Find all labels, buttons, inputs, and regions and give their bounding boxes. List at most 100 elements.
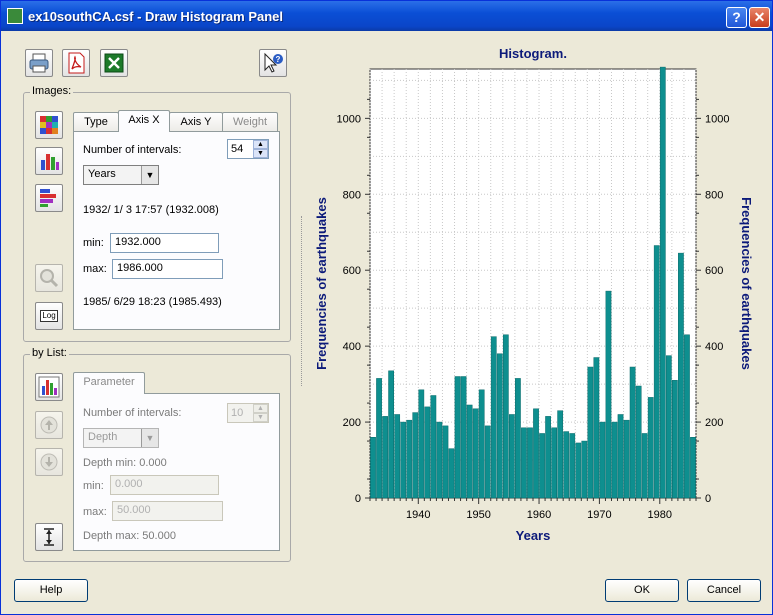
cancel-button[interactable]: Cancel xyxy=(687,579,761,602)
histogram-bar xyxy=(617,414,624,499)
histogram-bar xyxy=(545,416,551,499)
parameter-select-value: Depth xyxy=(88,431,118,443)
histogram-bar xyxy=(388,370,394,499)
histogram-bar xyxy=(509,414,515,499)
intervals-label: Number of intervals: xyxy=(83,144,182,156)
histogram-panel-window: ex10southCA.csf - Draw Histogram Panel ?… xyxy=(0,0,773,615)
histogram-bar xyxy=(599,421,606,499)
histogram-bar xyxy=(527,427,533,499)
tab-axis-y[interactable]: Axis Y xyxy=(169,112,223,132)
export-pdf-button[interactable] xyxy=(62,49,90,77)
histogram-bar xyxy=(623,419,630,499)
vertical-histogram-button[interactable] xyxy=(35,147,63,175)
histogram-bar xyxy=(605,290,612,499)
histogram-bar xyxy=(400,421,407,499)
y-tick-label-right: 400 xyxy=(705,341,723,353)
bar-chart-icon xyxy=(38,376,60,398)
list-histogram-button[interactable] xyxy=(35,373,63,401)
y-tick-label-left: 0 xyxy=(355,493,361,505)
x-tick-label: 1940 xyxy=(406,509,430,521)
histogram-bar xyxy=(678,252,684,499)
y-tick-label-left: 800 xyxy=(343,189,361,201)
histogram-bar xyxy=(551,427,557,499)
magnifier-icon xyxy=(40,269,59,288)
histogram-bar xyxy=(539,433,545,499)
histogram-bar xyxy=(424,406,431,499)
histogram-bar xyxy=(515,378,521,499)
chevron-down-icon: ▼ xyxy=(141,429,158,447)
tab-parameter[interactable]: Parameter xyxy=(73,372,145,394)
histogram-bar xyxy=(502,334,509,499)
histogram-bar xyxy=(376,378,382,499)
by-list-group-label: by List: xyxy=(30,347,69,359)
histogram-bar xyxy=(659,66,666,499)
histogram-bar xyxy=(436,421,443,499)
log-scale-button[interactable]: Log xyxy=(35,302,63,330)
range-button[interactable] xyxy=(35,523,63,551)
x-tick-label: 1960 xyxy=(527,509,551,521)
list-intervals-stepper[interactable]: 10 ▲ ▼ xyxy=(227,403,269,423)
y-tick-label-left: 400 xyxy=(343,341,361,353)
list-min-input[interactable]: 0.000 xyxy=(110,475,219,495)
x-tick-label: 1980 xyxy=(648,509,672,521)
histogram-bar xyxy=(418,389,425,499)
histogram-bar xyxy=(496,353,503,499)
chevron-down-icon: ▼ xyxy=(141,166,158,184)
histogram-bar xyxy=(460,376,467,499)
histogram-bar xyxy=(557,410,564,499)
move-up-button[interactable] xyxy=(35,411,63,439)
histogram-bar xyxy=(448,448,455,499)
tab-weight[interactable]: Weight xyxy=(222,112,278,132)
spin-up-icon[interactable]: ▲ xyxy=(253,140,268,149)
y-tick-label-right: 600 xyxy=(705,265,723,277)
histogram-bar xyxy=(569,433,576,499)
min-input[interactable]: 1932.000 xyxy=(110,233,219,253)
horizontal-histogram-button[interactable] xyxy=(35,184,63,212)
histogram-bar xyxy=(563,431,570,499)
histogram-bar xyxy=(593,357,600,499)
panel-splitter[interactable] xyxy=(301,216,302,386)
context-help-icon: ? xyxy=(264,52,283,73)
list-max-input[interactable]: 50.000 xyxy=(112,501,223,521)
histogram-bar xyxy=(665,355,672,499)
spin-down-icon[interactable]: ▼ xyxy=(253,413,268,422)
depth-min-text: Depth min: 0.000 xyxy=(83,457,167,469)
unit-select[interactable]: Years ▼ xyxy=(83,165,159,185)
start-date-text: 1932/ 1/ 3 17:57 (1932.008) xyxy=(83,204,219,216)
tab-type[interactable]: Type xyxy=(73,112,119,132)
histogram-bar xyxy=(382,416,388,499)
move-down-button[interactable] xyxy=(35,448,63,476)
x-tick-label: 1950 xyxy=(466,509,490,521)
printer-icon xyxy=(29,53,49,73)
y-tick-label-left: 200 xyxy=(343,417,361,429)
ok-button[interactable]: OK xyxy=(605,579,679,602)
y-axis-title-left: Frequencies of earthquakes xyxy=(314,197,329,370)
export-excel-button[interactable] xyxy=(100,49,128,77)
max-input[interactable]: 1986.000 xyxy=(112,259,223,279)
y-tick-label-right: 1000 xyxy=(705,113,729,125)
intervals-value: 54 xyxy=(231,143,244,155)
title-bar[interactable]: ex10southCA.csf - Draw Histogram Panel ?… xyxy=(1,1,772,31)
spin-down-icon[interactable]: ▼ xyxy=(253,149,268,158)
spin-up-icon[interactable]: ▲ xyxy=(253,404,268,413)
chart-title: Histogram. xyxy=(499,46,567,61)
intervals-stepper[interactable]: 54 ▲ ▼ xyxy=(227,139,269,159)
help-button[interactable]: Help xyxy=(14,579,88,602)
print-button[interactable] xyxy=(25,49,53,77)
list-min-label: min: xyxy=(83,480,104,492)
tab-axis-x[interactable]: Axis X xyxy=(118,110,170,132)
zoom-button[interactable] xyxy=(35,264,63,292)
color-grid-icon xyxy=(40,116,58,134)
bar-chart-icon xyxy=(41,154,59,170)
y-tick-label-right: 800 xyxy=(705,189,723,201)
parameter-select[interactable]: Depth ▼ xyxy=(83,428,159,448)
histogram-bar xyxy=(581,440,588,499)
help-title-button[interactable]: ? xyxy=(726,7,747,28)
min-label: min: xyxy=(83,237,104,249)
color-map-button[interactable] xyxy=(35,111,63,139)
histogram-bar xyxy=(454,376,461,499)
histogram-bar xyxy=(647,397,654,499)
histogram-bar xyxy=(490,336,497,499)
close-title-button[interactable]: ✕ xyxy=(749,7,770,28)
context-help-button[interactable]: ? xyxy=(259,49,287,77)
